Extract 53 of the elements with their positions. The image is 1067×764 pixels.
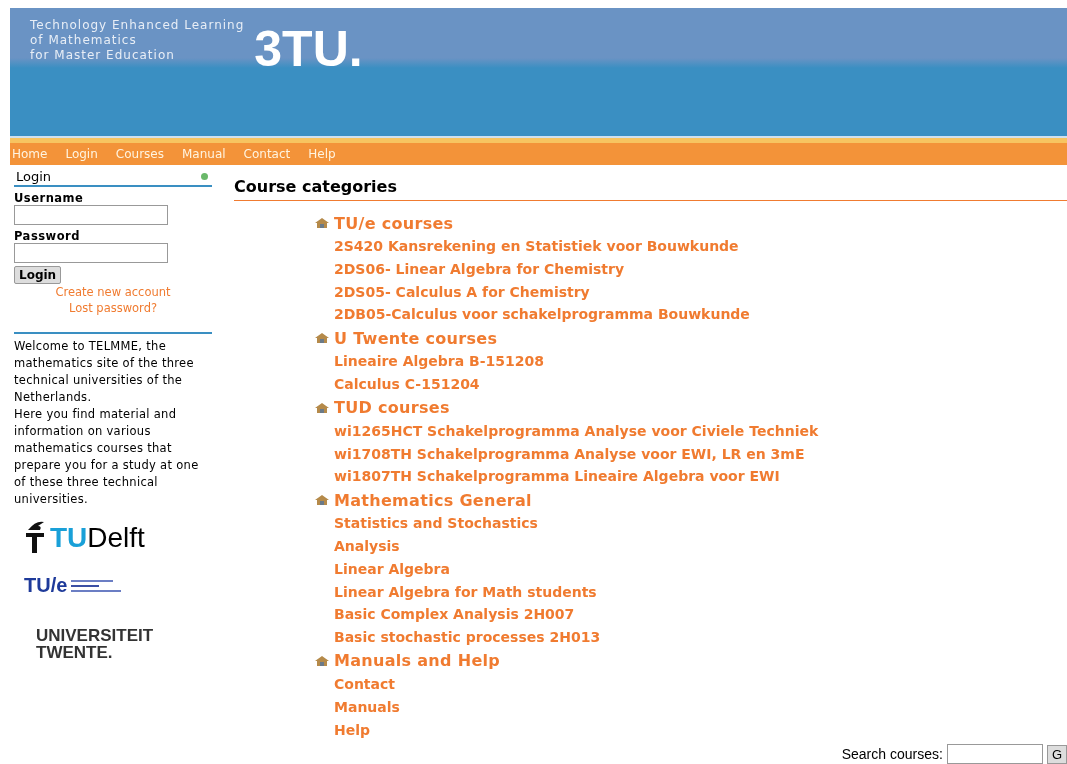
welcome-text: Welcome to TELMME, the mathematics site of the three technical universities of the Netherlands. Here you find material and information on various mathematics courses that prepare you for a study at one of these three technical universities. — [14, 332, 212, 508]
login-button[interactable]: Login — [14, 266, 62, 284]
account-link[interactable]: Lost password? — [68, 300, 158, 316]
nav-link[interactable]: Login — [65, 147, 98, 161]
house-icon — [314, 401, 330, 414]
course-link[interactable]: 2DB05-Calculus voor schakelprogramma Bouwkunde — [314, 303, 750, 327]
course-link[interactable]: Calculus C-151204 — [314, 373, 480, 396]
category-link[interactable]: U Twente courses — [334, 328, 498, 348]
password-field[interactable] — [14, 243, 168, 263]
account-link[interactable]: Create new account — [55, 284, 171, 300]
block-title: Login — [16, 169, 52, 184]
username-field[interactable] — [14, 205, 168, 225]
category-link[interactable]: Manuals and Help — [334, 651, 501, 671]
category-link[interactable]: Mathematics General — [334, 490, 532, 510]
course-link[interactable]: Help — [314, 718, 371, 742]
nav-link[interactable]: Manual — [181, 147, 226, 161]
field-label: Username — [14, 191, 85, 205]
nav-link[interactable]: Help — [308, 147, 336, 161]
collapse-icon[interactable] — [201, 173, 208, 180]
nav-link[interactable]: Courses — [115, 147, 164, 161]
course-link[interactable]: Lineaire Algebra B-151208 — [314, 350, 545, 373]
nav-link[interactable]: Contact — [243, 147, 291, 161]
category-link[interactable]: TU/e courses — [334, 213, 454, 233]
course-link[interactable]: wi1708TH Schakelprogramma Analyse voor EWI, LR en 3mE — [314, 442, 805, 466]
course-link[interactable]: Statistics and Stochastics — [314, 512, 538, 535]
search-field[interactable] — [946, 744, 1043, 764]
tue-logo: TU/e — [24, 574, 122, 597]
site-logo: 3TU. — [254, 24, 363, 74]
course-link[interactable]: Linear Algebra for Math students — [314, 580, 597, 604]
course-link[interactable]: wi1807TH Schakelprogramma Lineaire Algebra voor EWI — [314, 465, 780, 489]
category-link[interactable]: TUD courses — [334, 398, 450, 418]
nav-link[interactable]: Home — [12, 147, 48, 161]
course-link[interactable]: Basic stochastic processes 2H013 — [314, 626, 601, 649]
house-icon — [314, 217, 330, 229]
field-label: Password — [14, 229, 81, 243]
banner-tagline: Technology Enhanced Learning of Mathematics for Master Education — [30, 18, 245, 63]
course-link[interactable]: Linear Algebra — [314, 557, 450, 581]
go-button[interactable]: G — [1046, 744, 1067, 764]
house-icon — [314, 332, 330, 345]
course-link[interactable]: Contact — [314, 672, 395, 696]
tu-delft-logo: TUDelft — [24, 518, 145, 554]
twente-logo: UNIVERSITEIT TWENTE. — [35, 627, 154, 661]
search-label: Search courses: — [841, 746, 943, 762]
course-link[interactable]: Analysis — [314, 534, 400, 558]
house-icon — [314, 654, 330, 667]
course-link[interactable]: wi1265HCT Schakelprogramma Analyse voor Civiele Techniek — [314, 419, 819, 443]
course-link[interactable]: Manuals — [314, 695, 400, 719]
course-link[interactable]: 2DS06- Linear Algebra for Chemistry — [314, 257, 625, 281]
course-link[interactable]: 2S420 Kansrekening en Statistiek voor Bouwkunde — [314, 235, 739, 258]
house-icon — [314, 494, 330, 507]
page-heading: Course categories — [234, 177, 1067, 201]
course-link[interactable]: Basic Complex Analysis 2H007 — [314, 603, 575, 627]
course-link[interactable]: 2DS05- Calculus A for Chemistry — [314, 280, 590, 304]
